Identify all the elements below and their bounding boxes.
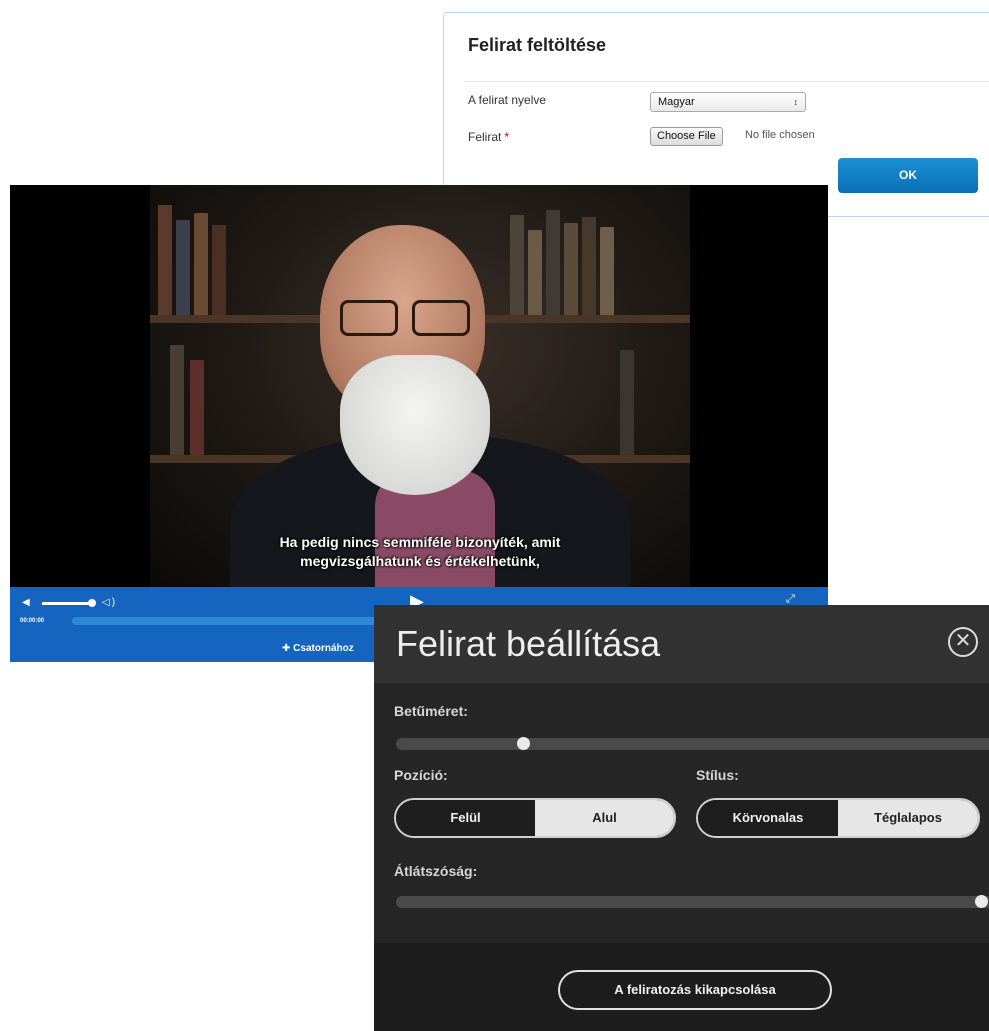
glasses-right-lens xyxy=(412,300,470,336)
volume-slider-knob[interactable] xyxy=(88,599,96,607)
position-option-bottom[interactable]: Alul xyxy=(535,800,674,836)
book xyxy=(546,210,560,315)
no-file-text: No file chosen xyxy=(745,129,815,141)
book xyxy=(194,213,208,315)
style-label: Stílus: xyxy=(696,767,739,783)
position-label: Pozíció: xyxy=(394,767,448,783)
language-select-value: Magyar xyxy=(658,96,695,108)
book xyxy=(620,350,634,455)
time-display: 00:00:00 xyxy=(20,618,45,624)
book xyxy=(212,225,226,315)
subtitle-line-1: Ha pedig nincs semmiféle bizonyíték, ami… xyxy=(279,534,561,550)
add-to-channel-label: Csatornához xyxy=(293,643,354,654)
position-toggle: Felül Alul xyxy=(394,798,676,838)
book xyxy=(170,345,184,455)
required-mark: * xyxy=(504,130,510,144)
book xyxy=(510,215,524,315)
book xyxy=(600,227,614,315)
subtitle-line-2: megvizsgálhatunk és értékelhetünk, xyxy=(300,553,540,569)
speaker-beard xyxy=(340,355,490,495)
close-icon[interactable]: ✕ xyxy=(948,627,978,657)
font-size-label: Betűméret: xyxy=(394,703,468,719)
ok-button[interactable]: OK xyxy=(838,158,978,193)
plus-icon: ✚ xyxy=(282,643,291,654)
video-player[interactable]: Ha pedig nincs semmiféle bizonyíték, ami… xyxy=(10,185,828,662)
upload-title: Felirat feltöltése xyxy=(468,35,607,55)
style-toggle: Körvonalas Téglalapos xyxy=(696,798,980,838)
book xyxy=(564,223,578,315)
video-frame: Ha pedig nincs semmiféle bizonyíték, ami… xyxy=(150,185,690,587)
volume-down-icon[interactable]: ◀ xyxy=(22,597,30,608)
book xyxy=(176,220,190,315)
book xyxy=(528,230,542,315)
disable-subtitles-button[interactable]: A feliratozás kikapcsolása xyxy=(558,970,832,1010)
opacity-slider-knob[interactable] xyxy=(975,895,988,908)
volume-up-icon[interactable]: ◁ ) xyxy=(102,597,115,608)
language-select[interactable]: Magyar ↕ xyxy=(650,92,806,112)
dialog-title: Felirat beállítása xyxy=(396,623,661,664)
book xyxy=(190,360,204,455)
subtitle-settings-dialog: Felirat beállítása ✕ Betűméret: Pozíció:… xyxy=(374,605,989,1031)
file-label-row: Felirat * xyxy=(468,130,509,144)
font-size-slider[interactable] xyxy=(396,738,989,750)
position-option-top[interactable]: Felül xyxy=(396,800,535,836)
glasses-left-lens xyxy=(340,300,398,336)
divider xyxy=(464,81,989,82)
style-option-outline[interactable]: Körvonalas xyxy=(698,800,838,836)
opacity-label: Átlátszóság: xyxy=(394,863,478,879)
select-arrows-icon: ↕ xyxy=(793,97,799,107)
choose-file-button[interactable]: Choose File xyxy=(650,127,723,146)
add-to-channel-button[interactable]: ✚ Csatornához xyxy=(282,643,354,654)
dialog-header: Felirat beállítása ✕ xyxy=(374,605,989,683)
volume-slider[interactable] xyxy=(42,602,90,605)
language-label: A felirat nyelve xyxy=(468,93,547,107)
book xyxy=(158,205,172,315)
subtitle-text: Ha pedig nincs semmiféle bizonyíték, ami… xyxy=(150,533,690,571)
opacity-slider[interactable] xyxy=(396,896,989,908)
style-option-box[interactable]: Téglalapos xyxy=(838,800,978,836)
file-label: Felirat xyxy=(468,130,502,144)
book xyxy=(582,217,596,315)
font-size-slider-knob[interactable] xyxy=(517,737,530,750)
